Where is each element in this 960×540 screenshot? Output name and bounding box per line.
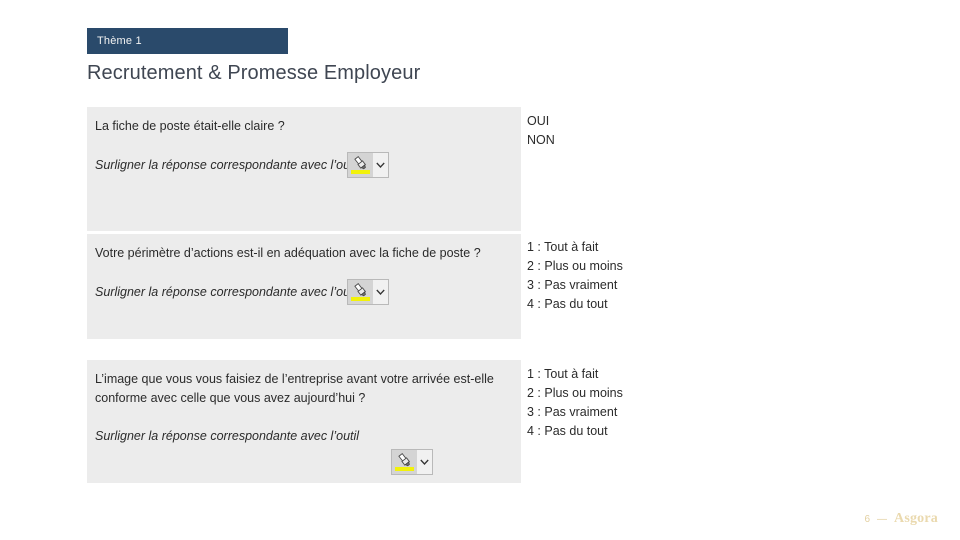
instruction-text: Surligner la réponse correspondante avec… xyxy=(95,158,360,173)
question-text: La fiche de poste était-elle claire ? xyxy=(95,119,285,133)
highlighter-tool-widget[interactable] xyxy=(391,448,433,475)
page-title: Recrutement & Promesse Employeur xyxy=(87,62,421,84)
instruction-text: Surligner la réponse correspondante avec… xyxy=(95,428,360,443)
slide-canvas: Thème 1 Recrutement & Promesse Employeur… xyxy=(0,0,960,540)
page-number: 6 xyxy=(864,514,871,525)
question-block: La fiche de poste était-elle claire ? Su… xyxy=(87,107,521,231)
brand-logo: Asgora xyxy=(894,511,938,526)
highlighter-tool-widget[interactable] xyxy=(347,279,390,306)
answer-item: 3 : Pas vraiment xyxy=(527,278,618,292)
instruction-row: Surligner la réponse correspondante avec… xyxy=(95,427,513,476)
highlighter-yellow-bar xyxy=(395,466,414,471)
highlighter-yellow-bar xyxy=(351,170,371,175)
answer-list: OUI NON xyxy=(527,112,555,150)
answer-item: OUI xyxy=(527,114,550,128)
footer-separator: — xyxy=(877,514,888,525)
question-text: L’image que vous vous faisiez de l’entre… xyxy=(95,372,494,406)
question-block: L’image que vous vous faisiez de l’entre… xyxy=(87,360,521,483)
answer-item: 2 : Plus ou moins xyxy=(527,386,623,400)
chevron-down-icon[interactable] xyxy=(417,449,432,474)
answer-item: 1 : Tout à fait xyxy=(527,240,599,254)
answer-list: 1 : Tout à fait 2 : Plus ou moins 3 : Pa… xyxy=(527,365,623,441)
answer-item: 4 : Pas du tout xyxy=(527,297,608,311)
question-block: Votre périmètre d’actions est-il en adéq… xyxy=(87,234,521,339)
instruction-row: Surligner la réponse correspondante avec… xyxy=(95,152,513,179)
instruction-text: Surligner la réponse correspondante avec… xyxy=(95,285,360,300)
answer-item: 2 : Plus ou moins xyxy=(527,259,623,273)
answer-item: 4 : Pas du tout xyxy=(527,424,608,438)
question-text: Votre périmètre d’actions est-il en adéq… xyxy=(95,246,481,260)
highlighter-tool-widget[interactable] xyxy=(347,152,390,179)
slide-footer: 6 — Asgora xyxy=(864,511,938,527)
highlighter-icon[interactable] xyxy=(392,449,417,474)
instruction-row: Surligner la réponse correspondante avec… xyxy=(95,279,513,306)
highlighter-icon[interactable] xyxy=(348,280,374,305)
highlighter-icon[interactable] xyxy=(348,153,374,178)
chevron-down-icon[interactable] xyxy=(373,153,389,178)
answer-item: 1 : Tout à fait xyxy=(527,367,599,381)
chevron-down-icon[interactable] xyxy=(373,280,389,305)
answer-item: NON xyxy=(527,133,555,147)
answer-list: 1 : Tout à fait 2 : Plus ou moins 3 : Pa… xyxy=(527,238,623,314)
highlighter-yellow-bar xyxy=(351,297,371,302)
theme-banner: Thème 1 xyxy=(87,28,288,54)
answer-item: 3 : Pas vraiment xyxy=(527,405,618,419)
theme-banner-label: Thème 1 xyxy=(97,35,142,47)
